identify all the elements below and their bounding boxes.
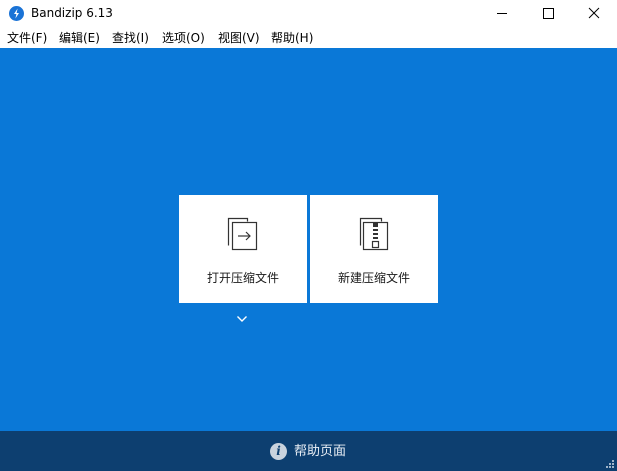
menu-bar: 文件(F) 编辑(E) 查找(I) 选项(O) 视图(V) 帮助(H)	[0, 28, 617, 48]
menu-find[interactable]: 查找(I)	[112, 30, 149, 46]
menu-view[interactable]: 视图(V)	[218, 30, 260, 46]
title-bar: Bandizip 6.13	[0, 0, 617, 27]
info-icon: i	[270, 443, 287, 460]
new-archive-label: 新建压缩文件	[337, 271, 410, 285]
menu-edit[interactable]: 编辑(E)	[59, 30, 100, 46]
menu-file[interactable]: 文件(F)	[7, 30, 47, 46]
window-title: Bandizip 6.13	[31, 6, 113, 20]
close-button[interactable]	[571, 0, 617, 27]
footer-bar: i 帮助页面	[0, 431, 617, 471]
maximize-icon	[543, 8, 554, 19]
bandizip-logo-icon	[9, 6, 24, 21]
minimize-icon	[497, 13, 507, 14]
open-archive-dropdown[interactable]	[235, 309, 249, 322]
main-panel: 打开压缩文件 新建压缩文件	[0, 48, 617, 431]
new-archive-button[interactable]: 新建压缩文件	[310, 195, 438, 303]
chevron-down-icon	[237, 316, 247, 322]
new-archive-icon	[359, 217, 389, 251]
open-archive-button[interactable]: 打开压缩文件	[179, 195, 307, 303]
menu-options[interactable]: 选项(O)	[162, 30, 205, 46]
resize-grip-icon[interactable]	[605, 459, 615, 469]
minimize-button[interactable]	[479, 0, 525, 27]
menu-help[interactable]: 帮助(H)	[271, 30, 313, 46]
open-archive-icon	[227, 217, 258, 251]
maximize-button[interactable]	[525, 0, 571, 27]
help-page-link[interactable]: 帮助页面	[294, 443, 346, 460]
open-archive-label: 打开压缩文件	[206, 271, 279, 285]
close-icon	[588, 7, 600, 19]
